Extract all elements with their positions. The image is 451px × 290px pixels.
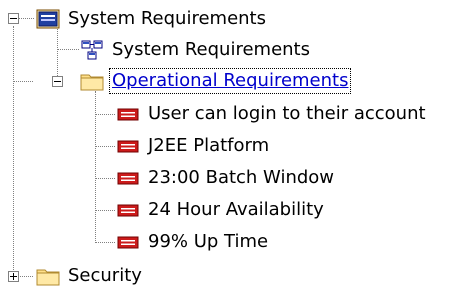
tree-node-root[interactable]: System Requirements — [36, 6, 268, 32]
tree-line — [95, 178, 115, 179]
requirement-icon — [117, 204, 139, 217]
expand-toggle-security[interactable] — [8, 271, 19, 282]
package-icon — [36, 9, 60, 29]
tree-line — [57, 26, 58, 82]
tree-node-label: J2EE Platform — [148, 135, 270, 156]
requirement-item[interactable]: 23:00 Batch Window — [116, 165, 336, 191]
tree-node-label: Security — [68, 265, 142, 286]
tree-node-label: 99% Up Time — [148, 231, 269, 252]
tree-node-operational[interactable]: Operational Requirements — [80, 68, 352, 94]
tree-node-label: Operational Requirements — [108, 68, 352, 94]
requirement-icon — [117, 140, 139, 153]
tree-node-security[interactable]: Security — [36, 263, 144, 289]
requirement-item[interactable]: 99% Up Time — [116, 229, 270, 255]
tree-line — [95, 114, 115, 115]
requirement-item[interactable]: J2EE Platform — [116, 133, 271, 159]
requirement-icon — [117, 172, 139, 185]
tree-line — [57, 49, 79, 50]
collapse-toggle-operational[interactable] — [52, 76, 63, 87]
requirements-tree: System Requirements System Requirements … — [0, 0, 451, 290]
tree-line — [95, 146, 115, 147]
tree-line — [95, 210, 115, 211]
diagram-icon — [81, 40, 103, 60]
tree-node-label: 24 Hour Availability — [148, 199, 324, 220]
tree-node-label: 23:00 Batch Window — [148, 167, 335, 188]
tree-node-diagram[interactable]: System Requirements — [80, 37, 312, 63]
tree-line — [18, 18, 34, 19]
tree-line — [13, 81, 33, 82]
requirement-icon — [117, 236, 139, 249]
tree-line — [95, 242, 115, 243]
tree-line — [13, 26, 14, 276]
folder-icon — [36, 269, 60, 286]
requirement-item[interactable]: User can login to their account — [116, 101, 428, 127]
requirement-icon — [117, 108, 139, 121]
tree-node-label: System Requirements — [68, 8, 266, 29]
folder-icon — [80, 74, 104, 91]
tree-node-label: System Requirements — [112, 39, 310, 60]
collapse-toggle-root[interactable] — [8, 13, 19, 24]
tree-node-label: User can login to their account — [148, 103, 426, 124]
requirement-item[interactable]: 24 Hour Availability — [116, 197, 326, 223]
